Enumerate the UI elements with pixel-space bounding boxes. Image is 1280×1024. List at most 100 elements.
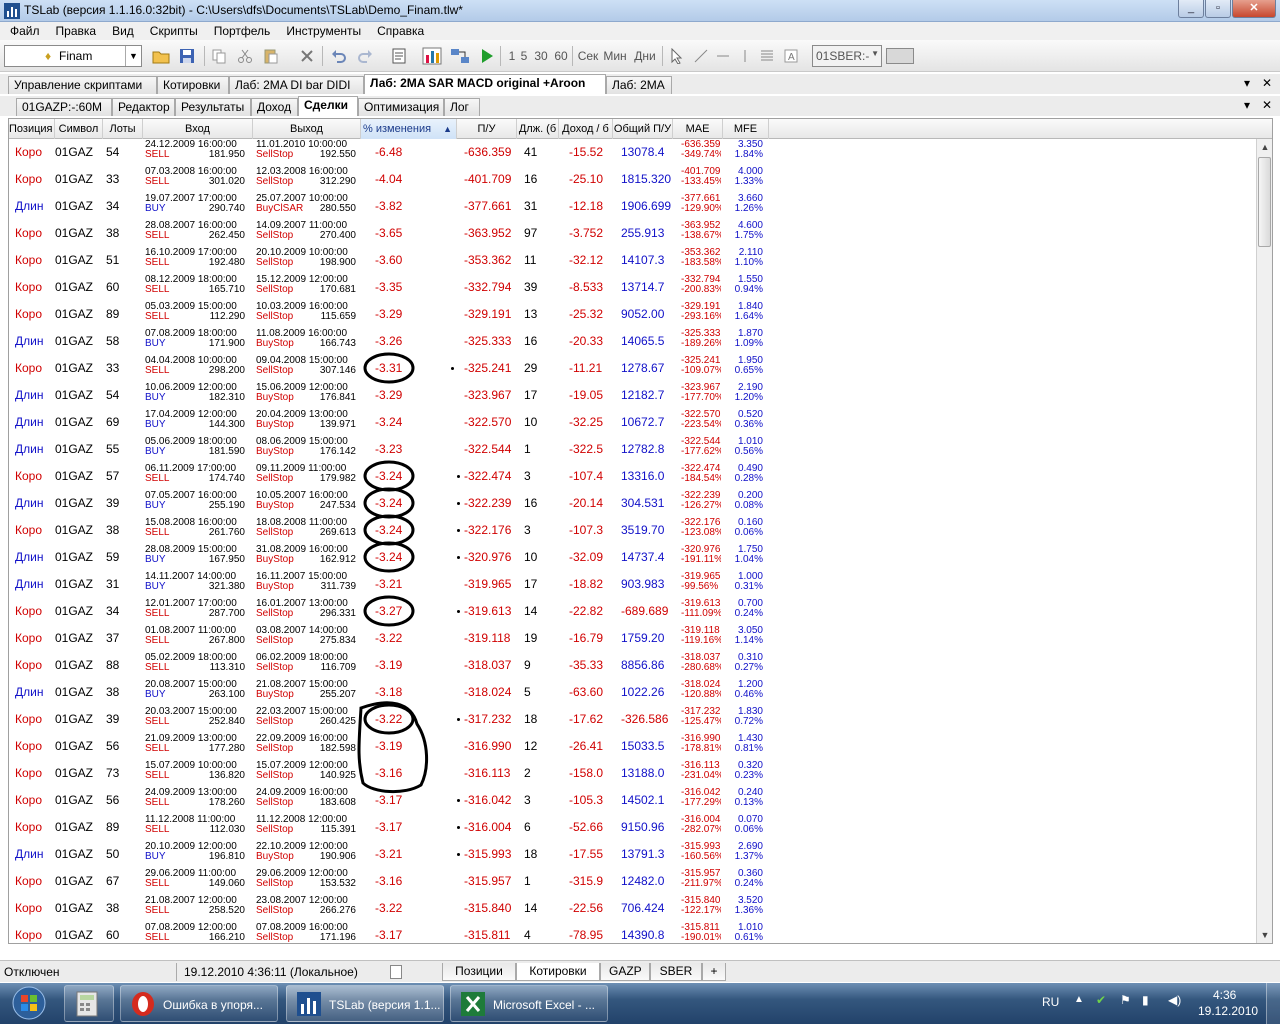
start-button[interactable] [6, 985, 52, 1022]
open-folder-icon[interactable] [150, 45, 172, 67]
col-entry[interactable]: Вход [143, 119, 253, 139]
table-row[interactable]: Коро 01GAZ 39 20.03.2007 15:00:00 SELL 252.84… [9, 706, 769, 733]
taskbar-tslab[interactable]: TSLab (версия 1.1... [286, 985, 444, 1022]
timeframe-60[interactable]: 60 [552, 45, 570, 67]
notes-icon[interactable] [390, 965, 402, 979]
pointer-icon[interactable] [668, 45, 686, 67]
horizontal-line-icon[interactable] [714, 45, 732, 67]
bottom-tab-positions[interactable]: Позиции [442, 963, 516, 981]
menu-tools[interactable]: Инструменты [278, 22, 369, 40]
table-row[interactable]: Коро 01GAZ 60 08.12.2009 18:00:00 SELL 165.71… [9, 274, 769, 301]
tab-quotes[interactable]: Котировки [157, 76, 229, 94]
close-button[interactable]: ✕ [1232, 0, 1276, 18]
vertical-scrollbar[interactable]: ▲ ▼ [1256, 139, 1272, 943]
text-tool-icon[interactable]: A [782, 45, 800, 67]
redo-icon[interactable] [354, 45, 376, 67]
timeframe-1[interactable]: 1 [506, 45, 518, 67]
table-row[interactable]: Коро 01GAZ 56 21.09.2009 13:00:00 SELL 177.28… [9, 733, 769, 760]
undo-icon[interactable] [328, 45, 350, 67]
table-row[interactable]: Коро 01GAZ 38 28.08.2007 16:00:00 SELL 262.45… [9, 220, 769, 247]
col-symbol[interactable]: Символ [55, 119, 103, 139]
col-bars[interactable]: Длж. (б [517, 119, 559, 139]
clock-time[interactable]: 4:36 [1213, 988, 1236, 1002]
menu-scripts[interactable]: Скрипты [142, 22, 206, 40]
language-indicator[interactable]: RU [1042, 995, 1059, 1009]
provider-select[interactable]: ♦ Finam ▼ [4, 45, 142, 67]
table-row[interactable]: Коро 01GAZ 54 24.12.2009 16:00:00 SELL 181.95… [9, 139, 769, 166]
symbol-select[interactable]: 01SBER:- ▼ [812, 45, 882, 67]
subtab-optimization[interactable]: Оптимизация [358, 98, 444, 116]
col-pnl[interactable]: П/У [457, 119, 517, 139]
vertical-line-icon[interactable] [736, 45, 754, 67]
add-tab-button[interactable]: + [702, 963, 726, 981]
bottom-tab-quotes[interactable]: Котировки [516, 963, 600, 981]
tab-list-icon[interactable]: ▾ [1244, 76, 1250, 90]
table-row[interactable]: Длин 01GAZ 39 07.05.2007 16:00:00 BUY 255.190… [9, 490, 769, 517]
table-row[interactable]: Коро 01GAZ 89 11.12.2008 11:00:00 SELL 112.03… [9, 814, 769, 841]
menu-file[interactable]: Файл [2, 22, 48, 40]
tab-script-manager[interactable]: Управление скриптами [8, 76, 157, 94]
table-row[interactable]: Длин 01GAZ 69 17.04.2009 12:00:00 BUY 144.300… [9, 409, 769, 436]
subtab-results[interactable]: Результаты [175, 98, 251, 116]
unit-minutes[interactable]: Мин [602, 45, 628, 67]
subtab-deals[interactable]: Сделки [298, 96, 358, 116]
table-row[interactable]: Коро 01GAZ 33 07.03.2008 16:00:00 SELL 301.02… [9, 166, 769, 193]
unit-days[interactable]: Дни [632, 45, 658, 67]
cut-icon[interactable] [234, 45, 256, 67]
timeframe-5[interactable]: 5 [518, 45, 530, 67]
subtab-security[interactable]: 01GAZP:-:60M [16, 98, 112, 116]
minimize-button[interactable]: _ [1178, 0, 1204, 18]
volume-tray-icon[interactable]: ◀) [1168, 993, 1181, 1007]
table-row[interactable]: Длин 01GAZ 55 05.06.2009 18:00:00 BUY 181.590… [9, 436, 769, 463]
tab-lab-2ma[interactable]: Лаб: 2MA [606, 76, 672, 94]
tray-expand-icon[interactable]: ▲ [1074, 994, 1084, 1005]
menu-view[interactable]: Вид [104, 22, 142, 40]
table-row[interactable]: Коро 01GAZ 38 21.08.2007 12:00:00 SELL 258.52… [9, 895, 769, 922]
taskbar-opera[interactable]: Ошибка в упоря... [120, 985, 278, 1022]
col-income-per-bar[interactable]: Доход / б [559, 119, 613, 139]
table-row[interactable]: Коро 01GAZ 38 15.08.2008 16:00:00 SELL 261.76… [9, 517, 769, 544]
color-swatch[interactable] [886, 48, 914, 64]
col-mae[interactable]: MAE [673, 119, 723, 139]
table-row[interactable]: Длин 01GAZ 38 20.08.2007 15:00:00 BUY 263.100… [9, 679, 769, 706]
scroll-thumb[interactable] [1258, 157, 1271, 247]
save-icon[interactable] [176, 45, 198, 67]
bottom-tab-gazp[interactable]: GAZP [600, 963, 650, 981]
subtab-list-icon[interactable]: ▾ [1244, 98, 1250, 112]
security-tray-icon[interactable]: ✔ [1096, 993, 1106, 1007]
subtab-log[interactable]: Лог [444, 98, 480, 116]
menu-help[interactable]: Справка [369, 22, 432, 40]
show-desktop-button[interactable] [1266, 983, 1280, 1024]
clock-date[interactable]: 19.12.2010 [1198, 1004, 1258, 1018]
col-percent-change[interactable]: % изменения ▲ [361, 119, 457, 139]
table-row[interactable]: Длин 01GAZ 59 28.08.2009 15:00:00 BUY 167.950… [9, 544, 769, 571]
taskbar-calculator[interactable] [64, 985, 114, 1022]
play-icon[interactable] [478, 45, 496, 67]
subtab-editor[interactable]: Редактор [112, 98, 175, 116]
table-row[interactable]: Коро 01GAZ 51 16.10.2009 17:00:00 SELL 192.48… [9, 247, 769, 274]
line-tool-icon[interactable] [692, 45, 710, 67]
tab-lab-2ma-sar[interactable]: Лаб: 2MA SAR MACD original +Aroon [364, 74, 606, 94]
col-position[interactable]: Позиция [9, 119, 55, 139]
menu-edit[interactable]: Правка [48, 22, 105, 40]
table-row[interactable]: Коро 01GAZ 34 12.01.2007 17:00:00 SELL 287.70… [9, 598, 769, 625]
col-exit[interactable]: Выход [253, 119, 361, 139]
table-row[interactable]: Коро 01GAZ 57 06.11.2009 17:00:00 SELL 174.74… [9, 463, 769, 490]
delete-icon[interactable] [296, 45, 318, 67]
network-tray-icon[interactable]: ▮ [1142, 993, 1149, 1007]
flag-tray-icon[interactable]: ⚑ [1120, 993, 1131, 1007]
table-row[interactable]: Длин 01GAZ 50 20.10.2009 12:00:00 BUY 196.810… [9, 841, 769, 868]
table-row[interactable]: Коро 01GAZ 37 01.08.2007 11:00:00 SELL 267.80… [9, 625, 769, 652]
scroll-down-icon[interactable]: ▼ [1257, 927, 1272, 943]
bottom-tab-sber[interactable]: SBER [650, 963, 702, 981]
taskbar-excel[interactable]: Microsoft Excel - ... [450, 985, 608, 1022]
subtab-income[interactable]: Доход [251, 98, 298, 116]
close-tab-icon[interactable]: ✕ [1262, 76, 1272, 90]
copy-icon[interactable] [208, 45, 230, 67]
table-row[interactable]: Коро 01GAZ 88 05.02.2009 18:00:00 SELL 113.31… [9, 652, 769, 679]
table-row[interactable]: Коро 01GAZ 33 04.04.2008 10:00:00 SELL 298.20… [9, 355, 769, 382]
table-row[interactable]: Коро 01GAZ 73 15.07.2009 10:00:00 SELL 136.82… [9, 760, 769, 787]
table-row[interactable]: Коро 01GAZ 67 29.06.2009 11:00:00 SELL 149.06… [9, 868, 769, 895]
col-total-pnl[interactable]: Общий П/У [613, 119, 673, 139]
fib-levels-icon[interactable] [758, 45, 776, 67]
